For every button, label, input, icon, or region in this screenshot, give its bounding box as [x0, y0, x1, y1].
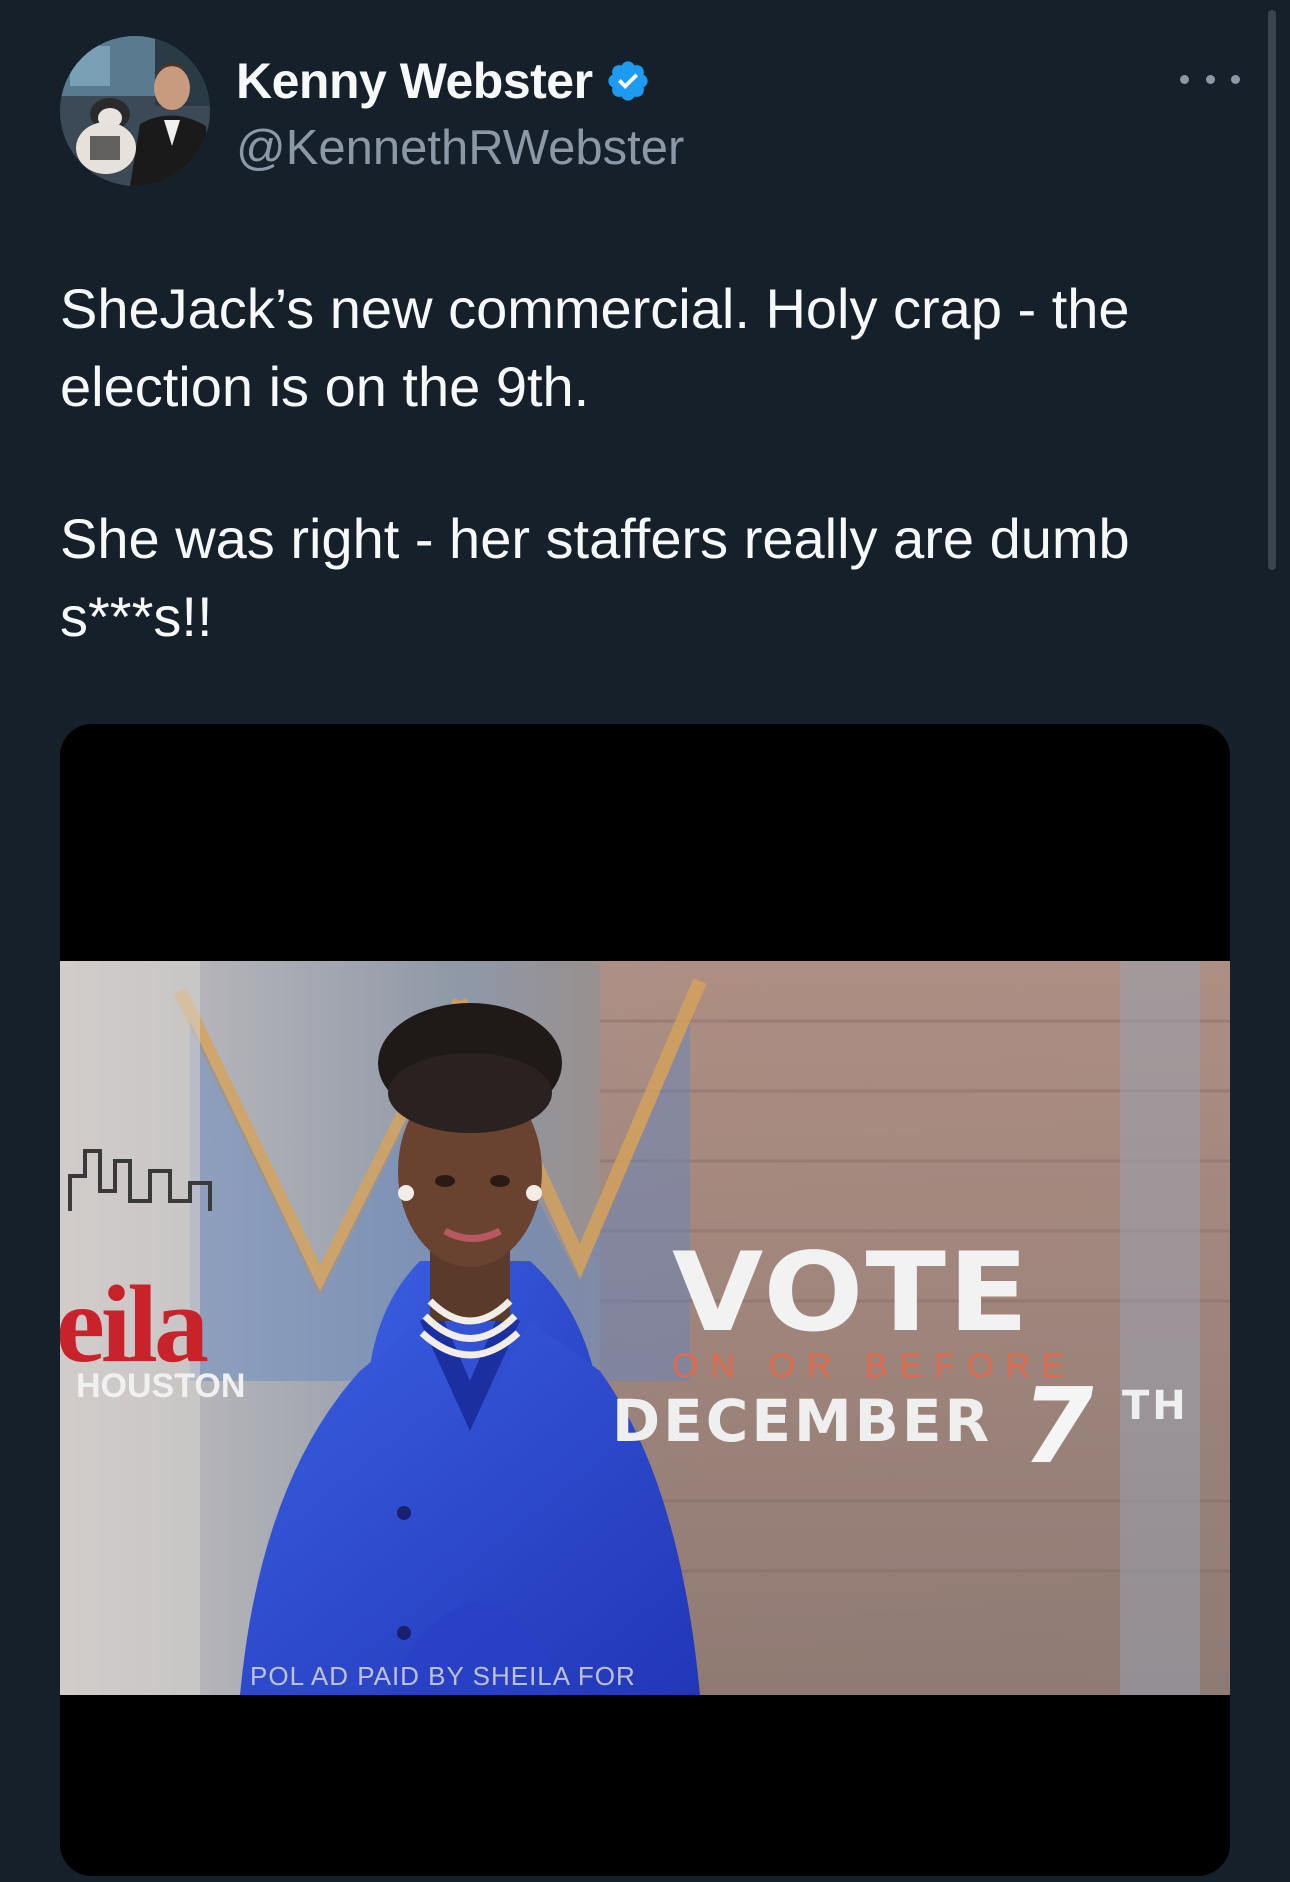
display-name[interactable]: Kenny Webster	[236, 52, 593, 110]
ad-disclaimer: POL AD PAID BY SHEILA FOR	[250, 1661, 636, 1691]
logo-city-fragment: HOUSTON	[76, 1367, 246, 1405]
author-block[interactable]: Kenny Webster @KennethRWebster	[236, 50, 684, 176]
display-name-row: Kenny Webster	[236, 50, 684, 112]
scrollbar[interactable]	[1268, 10, 1276, 570]
tweet-text-paragraph-1: SheJack’s new commercial. Holy crap - th…	[60, 277, 1130, 418]
tweet-page: Kenny Webster @KennethRWebster SheJack’s…	[0, 0, 1290, 1882]
more-dot	[1205, 74, 1215, 84]
on-or-before-text: ON OR BEFORE	[672, 1347, 1077, 1385]
more-dot	[1231, 74, 1240, 84]
more-horizontal-icon[interactable]	[1180, 64, 1240, 94]
video-frame: eila HOUSTON VOTE ON OR BEFORE DECEMBER …	[60, 961, 1230, 1695]
tweet-text: SheJack’s new commercial. Holy crap - th…	[60, 270, 1210, 656]
vote-headline: VOTE	[672, 1229, 1031, 1356]
avatar[interactable]	[60, 36, 210, 186]
tweet-header: Kenny Webster @KennethRWebster	[60, 36, 1240, 188]
december-text: DECEMBER	[612, 1387, 993, 1455]
more-dot	[1180, 74, 1189, 84]
verified-badge-icon[interactable]	[605, 58, 651, 104]
video-frame-background	[60, 961, 1230, 1695]
day-suffix: TH	[1122, 1383, 1189, 1429]
avatar-image	[60, 36, 210, 186]
tweet-media-video[interactable]: eila HOUSTON VOTE ON OR BEFORE DECEMBER …	[60, 724, 1230, 1876]
tweet-text-paragraph-2: She was right - her staffers really are …	[60, 507, 1130, 648]
author-handle[interactable]: @KennethRWebster	[236, 120, 684, 176]
